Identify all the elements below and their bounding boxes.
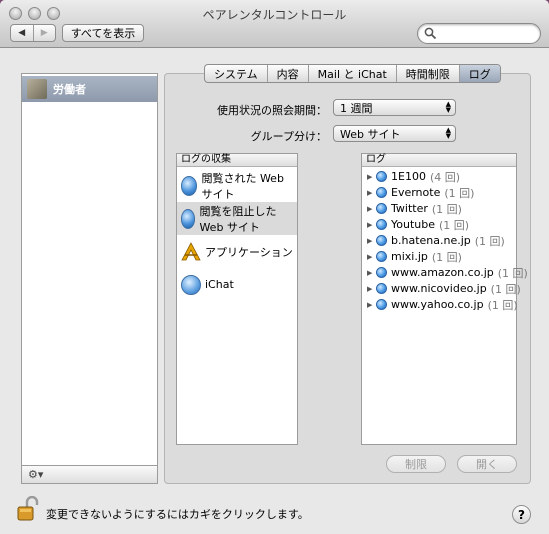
gear-icon[interactable]: ⚙▾ bbox=[28, 468, 43, 481]
search-field[interactable] bbox=[417, 23, 541, 44]
group-select[interactable]: Web サイト ▲ ▼ bbox=[333, 125, 456, 142]
restrict-button[interactable]: 制限 bbox=[386, 455, 446, 473]
group-label: グループ分け： bbox=[250, 130, 327, 143]
log-row[interactable]: ▶ Youtube (1 回) bbox=[367, 217, 469, 232]
collect-item-applications[interactable]: アプリケーション bbox=[177, 235, 297, 268]
disclosure-triangle-icon[interactable]: ▶ bbox=[367, 189, 373, 197]
tab-time-limits[interactable]: 時間制限 bbox=[395, 65, 459, 82]
log-site: Youtube bbox=[391, 218, 435, 231]
log-count: (1 回) bbox=[497, 266, 528, 280]
tab-bar: システム 内容 Mail と iChat 時間制限 ログ bbox=[204, 64, 501, 83]
globe-icon bbox=[376, 299, 387, 310]
tab-logs[interactable]: ログ bbox=[458, 65, 500, 82]
disclosure-triangle-icon[interactable]: ▶ bbox=[367, 269, 373, 277]
collect-item-label: iChat bbox=[205, 278, 234, 291]
show-all-button[interactable]: すべてを表示 bbox=[62, 24, 144, 42]
chevron-updown-icon: ▲ ▼ bbox=[445, 100, 451, 114]
collect-header: ログの収集 bbox=[177, 154, 297, 167]
period-value: 1 週間 bbox=[340, 101, 373, 115]
log-row[interactable]: ▶ www.nicovideo.jp (1 回) bbox=[367, 281, 521, 296]
log-count: (1 回) bbox=[490, 282, 521, 296]
ichat-icon bbox=[181, 274, 201, 295]
globe-icon bbox=[376, 267, 387, 278]
forward-button[interactable]: ▶ bbox=[32, 25, 56, 41]
globe-icon bbox=[376, 171, 387, 182]
disclosure-triangle-icon[interactable]: ▶ bbox=[367, 237, 373, 245]
log-count: (1 回) bbox=[431, 250, 462, 264]
disclosure-triangle-icon[interactable]: ▶ bbox=[367, 301, 373, 309]
disclosure-triangle-icon[interactable]: ▶ bbox=[367, 221, 373, 229]
tab-mail-ichat[interactable]: Mail と iChat bbox=[307, 65, 396, 82]
log-row[interactable]: ▶ www.amazon.co.jp (1 回) bbox=[367, 265, 528, 280]
log-count: (1 回) bbox=[487, 298, 518, 312]
disclosure-triangle-icon[interactable]: ▶ bbox=[367, 253, 373, 261]
account-list: 労働者 bbox=[21, 73, 158, 484]
globe-icon bbox=[376, 187, 387, 198]
tab-system[interactable]: システム bbox=[205, 65, 267, 82]
log-collection-list: ログの収集 閲覧された Web サイト 閲覧を阻止した Web サイト アプリケ… bbox=[176, 153, 298, 445]
log-row[interactable]: ▶ b.hatena.ne.jp (1 回) bbox=[367, 233, 505, 248]
collect-item-label: 閲覧された Web サイト bbox=[201, 171, 284, 201]
log-row[interactable]: ▶ 1E100 (4 回) bbox=[367, 169, 460, 184]
log-site: www.amazon.co.jp bbox=[391, 266, 494, 279]
globe-icon bbox=[376, 251, 387, 262]
log-count: (4 回) bbox=[429, 170, 461, 184]
group-value: Web サイト bbox=[340, 127, 401, 141]
disclosure-triangle-icon[interactable]: ▶ bbox=[367, 205, 373, 213]
log-count: (1 回) bbox=[474, 234, 505, 248]
sidebar-footer: ⚙▾ bbox=[21, 465, 158, 484]
log-site: mixi.jp bbox=[391, 250, 428, 263]
log-site: Twitter bbox=[391, 202, 428, 215]
collect-item-visited-sites[interactable]: 閲覧された Web サイト bbox=[177, 169, 297, 202]
title-bar: ペアレンタルコントロール ◀ ▶ すべてを表示 bbox=[0, 0, 549, 48]
collect-item-blocked-sites[interactable]: 閲覧を阻止した Web サイト bbox=[177, 202, 297, 235]
applications-icon bbox=[181, 241, 201, 260]
period-label: 使用状況の照会期間： bbox=[217, 104, 327, 117]
chevron-updown-icon: ▲ ▼ bbox=[445, 126, 451, 140]
lock-icon[interactable] bbox=[16, 496, 40, 522]
back-button[interactable]: ◀ bbox=[11, 25, 33, 41]
log-count: (1 回) bbox=[431, 202, 462, 216]
window-title: ペアレンタルコントロール bbox=[202, 8, 347, 22]
log-row[interactable]: ▶ mixi.jp (1 回) bbox=[367, 249, 462, 264]
log-count: (1 回) bbox=[444, 186, 475, 200]
globe-icon bbox=[376, 219, 387, 230]
log-row[interactable]: ▶ Evernote (1 回) bbox=[367, 185, 474, 200]
log-count: (1 回) bbox=[439, 218, 470, 232]
avatar bbox=[27, 79, 47, 99]
log-site: www.yahoo.co.jp bbox=[391, 298, 484, 311]
tab-content[interactable]: 内容 bbox=[266, 65, 308, 82]
nav-buttons: ◀ ▶ bbox=[10, 24, 56, 42]
sidebar-item-label: 労働者 bbox=[53, 83, 86, 96]
log-site: www.nicovideo.jp bbox=[391, 282, 487, 295]
collect-item-ichat[interactable]: iChat bbox=[177, 268, 297, 301]
log-site: 1E100 bbox=[391, 170, 426, 183]
log-site: b.hatena.ne.jp bbox=[391, 234, 471, 247]
log-row[interactable]: ▶ Twitter (1 回) bbox=[367, 201, 462, 216]
log-row[interactable]: ▶ www.yahoo.co.jp (1 回) bbox=[367, 297, 518, 312]
collect-item-label: 閲覧を阻止した Web サイト bbox=[199, 204, 277, 234]
lock-hint-text: 変更できないようにするにはカギをクリックします。 bbox=[46, 508, 309, 521]
globe-icon bbox=[376, 235, 387, 246]
period-select[interactable]: 1 週間 ▲ ▼ bbox=[333, 99, 456, 116]
parental-controls-window: ペアレンタルコントロール ◀ ▶ すべてを表示 労働者 ⚙▾ システム 内容 M… bbox=[0, 0, 549, 534]
open-button[interactable]: 開く bbox=[457, 455, 517, 473]
collect-item-label: アプリケーション bbox=[205, 245, 293, 259]
globe-icon bbox=[376, 283, 387, 294]
sidebar-item-user[interactable]: 労働者 bbox=[22, 76, 157, 102]
help-button[interactable]: ? bbox=[512, 505, 531, 524]
disclosure-triangle-icon[interactable]: ▶ bbox=[367, 285, 373, 293]
globe-icon bbox=[376, 203, 387, 214]
disclosure-triangle-icon[interactable]: ▶ bbox=[367, 173, 373, 181]
log-site: Evernote bbox=[391, 186, 441, 199]
log-list: ログ ▶ 1E100 (4 回) ▶ Evernote (1 回) ▶ Twit… bbox=[361, 153, 528, 445]
safari-icon bbox=[181, 175, 198, 196]
search-icon bbox=[424, 27, 437, 40]
safari-icon bbox=[181, 208, 196, 229]
log-header: ログ bbox=[362, 154, 516, 167]
